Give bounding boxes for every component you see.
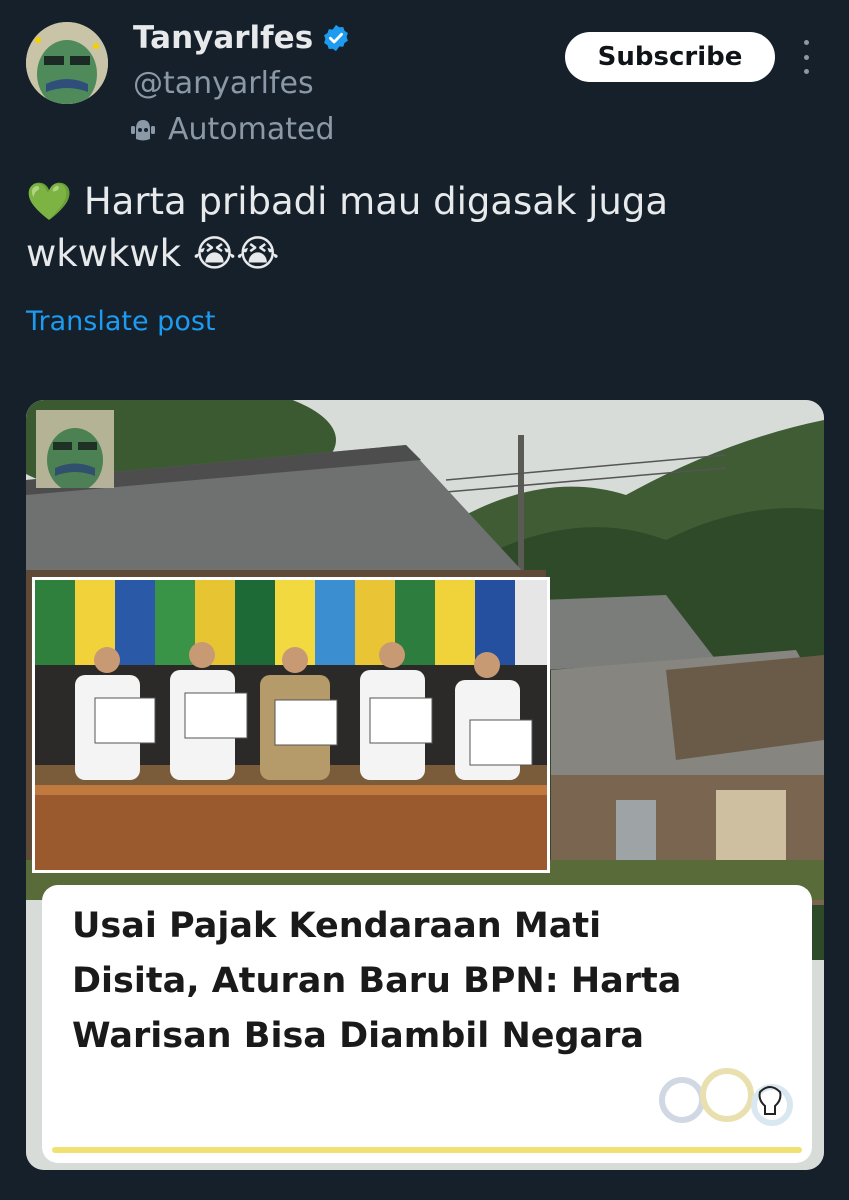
avatar[interactable] [26,22,108,104]
headline-line3: Warisan Bisa Diambil Negara [72,1016,645,1056]
display-name[interactable]: Tanyarlfes [133,20,313,56]
post-text: 💚 Harta pribadi mau digasak juga wkwkwk … [26,176,816,280]
post-text-line1: Harta pribadi mau digasak juga [83,180,669,223]
inset-photo [32,577,550,873]
handle[interactable]: @tanyarlfes [133,66,314,101]
watermark-logo [36,410,114,488]
post-text-line2: wkwkwk [26,232,182,275]
headline-line2: Disita, Aturan Baru BPN: Harta [72,961,682,1001]
crying-emoji: 😭😭 [192,232,280,275]
headline-line1: Usai Pajak Kendaraan Mati [72,906,602,946]
subscribe-button[interactable]: Subscribe [565,32,775,82]
display-name-row[interactable]: Tanyarlfes [133,20,351,56]
verified-badge-icon [324,24,349,52]
translate-post-link[interactable]: Translate post [26,306,216,337]
robot-icon [131,119,155,140]
post-media-image[interactable]: Usai Pajak Kendaraan Mati Disita, Aturan… [26,400,824,1170]
green-heart-emoji: 💚 [26,180,73,223]
automated-label: Automated [168,112,335,147]
highlight-stroke [52,1147,802,1153]
automated-label-row: Automated [128,112,335,147]
gear-lightbulb-icon [659,1068,793,1126]
headline-text: Usai Pajak Kendaraan Mati Disita, Aturan… [72,899,792,1064]
more-options-icon[interactable] [796,40,816,74]
avatar-image [26,22,108,104]
headline-card: Usai Pajak Kendaraan Mati Disita, Aturan… [42,885,812,1163]
ceremony-photo [35,580,547,870]
